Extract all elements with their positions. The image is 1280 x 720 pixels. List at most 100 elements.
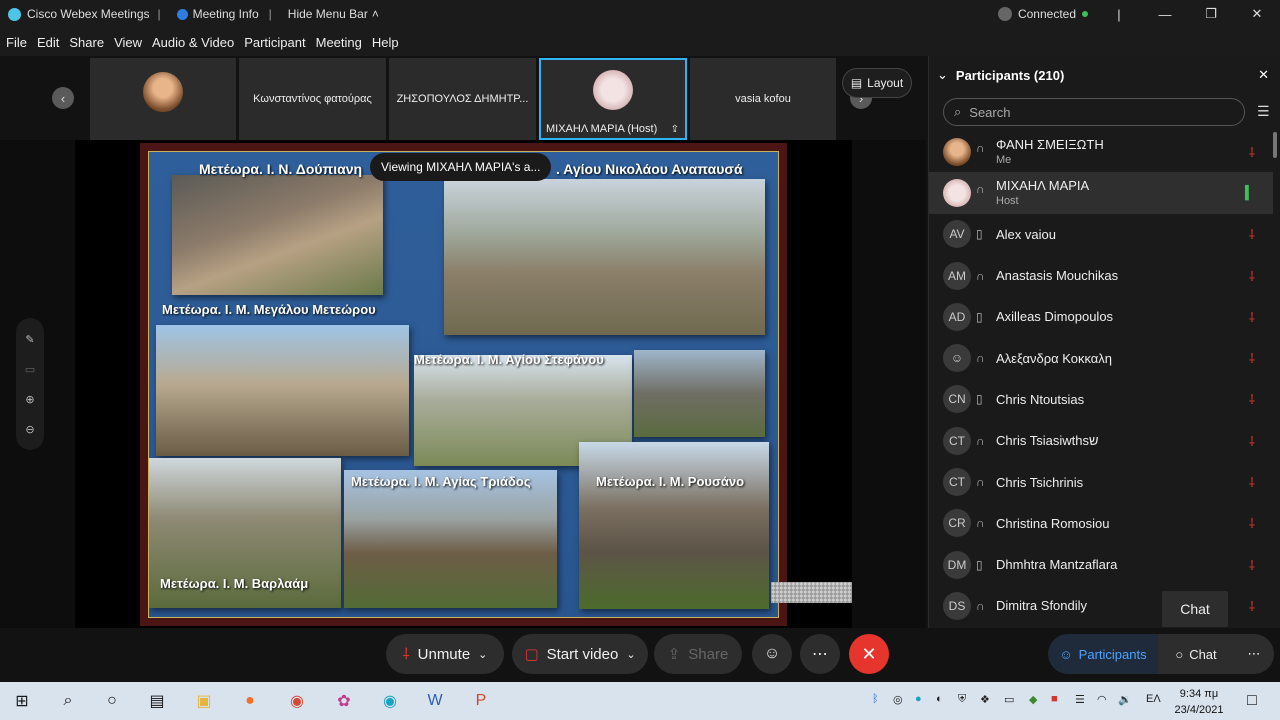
participants-scrollbar[interactable] xyxy=(1273,132,1277,158)
mic-muted-icon[interactable]: ⸸ xyxy=(1249,267,1255,285)
participant-row[interactable]: AD ▯ Axilleas Dimopoulos ⸸ xyxy=(929,296,1273,337)
firefox-icon[interactable]: ● xyxy=(238,689,262,713)
chevron-down-icon[interactable]: ⌄ xyxy=(626,648,635,661)
mic-muted-icon[interactable]: ⸸ xyxy=(1249,349,1255,367)
participant-row[interactable]: CT ∩ Chris Tsichrinis ⸸ xyxy=(929,461,1273,502)
tray-network-icon[interactable]: ☰ xyxy=(1075,693,1085,709)
participant-list: ∩ ΦΑΝΗ ΣΜΕΙΞΩΤΗ Me ⸸ ∩ ΜΙΧΑΗΛ ΜΑΡΙΑ Host… xyxy=(929,131,1273,628)
video-tile-participant[interactable]: ΖΗΣΟΠΟΥΛΟΣ ΔΗΜΗΤΡ... xyxy=(389,58,536,140)
share-button[interactable]: ⇪ Share xyxy=(654,634,742,674)
mic-muted-icon[interactable]: ⸸ xyxy=(1249,473,1255,491)
close-panel-icon[interactable]: ✕ xyxy=(1258,67,1269,83)
participant-row[interactable]: CR ∩ Christina Romosiou ⸸ xyxy=(929,503,1273,544)
menu-edit[interactable]: Edit xyxy=(32,35,64,50)
webex-taskbar-icon[interactable]: ◉ xyxy=(378,689,402,713)
participant-row[interactable]: AM ∩ Anastasis Mouchikas ⸸ xyxy=(929,255,1273,296)
clock[interactable]: 9:34 πμ 23/4/2021 xyxy=(1170,686,1228,718)
mic-muted-icon[interactable]: ⸸ xyxy=(1249,143,1255,161)
reactions-button[interactable]: ☺ xyxy=(752,634,792,674)
menu-view[interactable]: View xyxy=(109,35,147,50)
tray-app-icon[interactable]: ❖ xyxy=(980,693,990,709)
meeting-info-button[interactable]: Meeting Info | xyxy=(169,7,280,21)
participant-row[interactable]: AV ▯ Alex vaiou ⸸ xyxy=(929,214,1273,255)
participant-name: Dhmhtra Mantzaflara xyxy=(996,557,1118,573)
tray-shield-icon[interactable]: ⛨ xyxy=(958,693,966,709)
hide-menu-bar-button[interactable]: Hide Menu Bar ˄ xyxy=(280,7,387,21)
word-icon[interactable]: W xyxy=(423,689,447,713)
tray-app-icon[interactable]: ◆ xyxy=(1029,693,1037,709)
more-options-button[interactable]: ⋯ xyxy=(800,634,840,674)
eraser-icon[interactable]: ▭ xyxy=(25,363,35,376)
sort-icon[interactable]: ☰ xyxy=(1257,103,1270,120)
video-tile-host[interactable]: ΜΙΧΑΗΛ ΜΑΡΙΑ (Host) ⇪ xyxy=(539,58,687,140)
file-explorer-icon[interactable]: ▣ xyxy=(192,689,216,713)
mic-muted-icon[interactable]: ⸸ xyxy=(1249,308,1255,326)
participant-name: Chris Ntoutsias xyxy=(996,391,1085,407)
connection-status[interactable]: Connected xyxy=(990,7,1096,21)
menu-audio-video[interactable]: Audio & Video xyxy=(147,35,239,50)
participant-row[interactable]: ☺ ∩ Αλεξανδρα Κοκκαλη ⸸ xyxy=(929,337,1273,378)
video-off-icon: ▢ xyxy=(524,646,539,663)
tray-wifi-icon[interactable]: ◠ xyxy=(1097,693,1107,709)
caption-megalo-meteoro: Μετέωρα. Ι. Μ. Μεγάλου Μετεώρου xyxy=(162,302,376,317)
strip-left-arrow-icon[interactable]: ‹ xyxy=(52,87,74,109)
chevron-down-icon[interactable]: ⌄ xyxy=(478,648,487,661)
slide-title-right: . Αγίου Νικολάου Αναπαυσά xyxy=(556,161,743,177)
language-indicator[interactable]: ΕΛ xyxy=(1146,693,1161,709)
avatar: DM xyxy=(943,550,971,579)
notifications-icon[interactable]: □ xyxy=(1240,689,1264,713)
tab-participants[interactable]: ☺ Participants xyxy=(1048,634,1158,674)
participant-row[interactable]: CT ∩ Chris Tsiasiwthsש ⸸ xyxy=(929,420,1273,461)
cortana-icon[interactable]: ○ xyxy=(100,689,124,713)
chrome-icon[interactable]: ◉ xyxy=(285,689,309,713)
tray-webex-icon[interactable]: ● xyxy=(915,693,922,709)
menu-participant[interactable]: Participant xyxy=(239,35,310,50)
mic-muted-icon[interactable]: ⸸ xyxy=(1249,432,1255,450)
headset-icon: ∩ xyxy=(976,475,985,490)
zoom-in-icon[interactable]: ⊕ xyxy=(25,393,34,406)
menu-file[interactable]: File xyxy=(0,35,32,50)
menu-meeting[interactable]: Meeting xyxy=(311,35,367,50)
mic-muted-icon[interactable]: ⸸ xyxy=(1249,390,1255,408)
windows-start-icon[interactable]: ⊞ xyxy=(10,689,34,713)
tray-volume-icon[interactable]: 🔉 xyxy=(1118,693,1132,709)
tray-display-icon[interactable]: ▭ xyxy=(1004,693,1014,709)
video-tile-participant[interactable]: Κωνσταντίνος φατούρας xyxy=(239,58,386,140)
restore-icon[interactable]: ❐ xyxy=(1188,0,1234,28)
tray-app-icon[interactable]: ■ xyxy=(1051,693,1058,709)
paint-icon[interactable]: ✿ xyxy=(332,689,356,713)
video-tile-participant[interactable]: vasia kofou xyxy=(690,58,836,140)
start-video-button[interactable]: ▢ Start video ⌄ xyxy=(512,634,648,674)
leave-meeting-button[interactable]: ✕ xyxy=(849,634,889,674)
tray-app-icon[interactable]: ◎ xyxy=(893,693,903,709)
mic-muted-icon[interactable]: ⸸ xyxy=(1249,225,1255,243)
search-input[interactable]: ⌕ Search xyxy=(943,98,1245,126)
collapse-chevron-icon[interactable]: ⌄ xyxy=(937,67,948,83)
close-window-icon[interactable]: ✕ xyxy=(1234,0,1280,28)
participant-row[interactable]: ∩ ΦΑΝΗ ΣΜΕΙΞΩΤΗ Me ⸸ xyxy=(929,131,1273,172)
pen-icon[interactable]: ✎ xyxy=(25,333,34,346)
mic-active-icon[interactable]: ▍ xyxy=(1245,185,1255,201)
participant-row[interactable]: DM ▯ Dhmhtra Mantzaflara ⸸ xyxy=(929,544,1273,585)
participant-row[interactable]: ∩ ΜΙΧΑΗΛ ΜΑΡΙΑ Host ▍ xyxy=(929,172,1273,214)
viewing-banner[interactable]: Viewing ΜΙΧΑΗΛ ΜΑΡΙΑ's a... xyxy=(370,153,552,181)
mic-muted-icon[interactable]: ⸸ xyxy=(1249,514,1255,532)
powerpoint-icon[interactable]: P xyxy=(469,689,493,713)
participant-row[interactable]: CN ▯ Chris Ntoutsias ⸸ xyxy=(929,379,1273,420)
participant-name: Axilleas Dimopoulos xyxy=(996,309,1114,325)
zoom-out-icon[interactable]: ⊖ xyxy=(25,423,34,436)
mic-muted-icon[interactable]: ⸸ xyxy=(1249,556,1255,574)
menu-help[interactable]: Help xyxy=(367,35,404,50)
tab-chat[interactable]: ○ Chat xyxy=(1158,634,1234,674)
search-icon[interactable]: ⌕ xyxy=(56,689,80,713)
menu-share[interactable]: Share xyxy=(64,35,109,50)
video-tile-self[interactable] xyxy=(90,58,236,140)
layout-button[interactable]: ▤ Layout xyxy=(842,68,912,98)
mic-muted-icon[interactable]: ⸸ xyxy=(1249,597,1255,615)
minimize-icon[interactable]: — xyxy=(1142,0,1188,28)
tray-bluetooth-icon[interactable]: ᛒ xyxy=(872,693,879,709)
unmute-button[interactable]: ⸸ Unmute ⌄ xyxy=(386,634,504,674)
task-view-icon[interactable]: ▤ xyxy=(145,689,169,713)
tray-app-icon[interactable]: ◐ xyxy=(936,693,943,709)
more-panels-button[interactable]: ⋯ xyxy=(1234,634,1274,674)
